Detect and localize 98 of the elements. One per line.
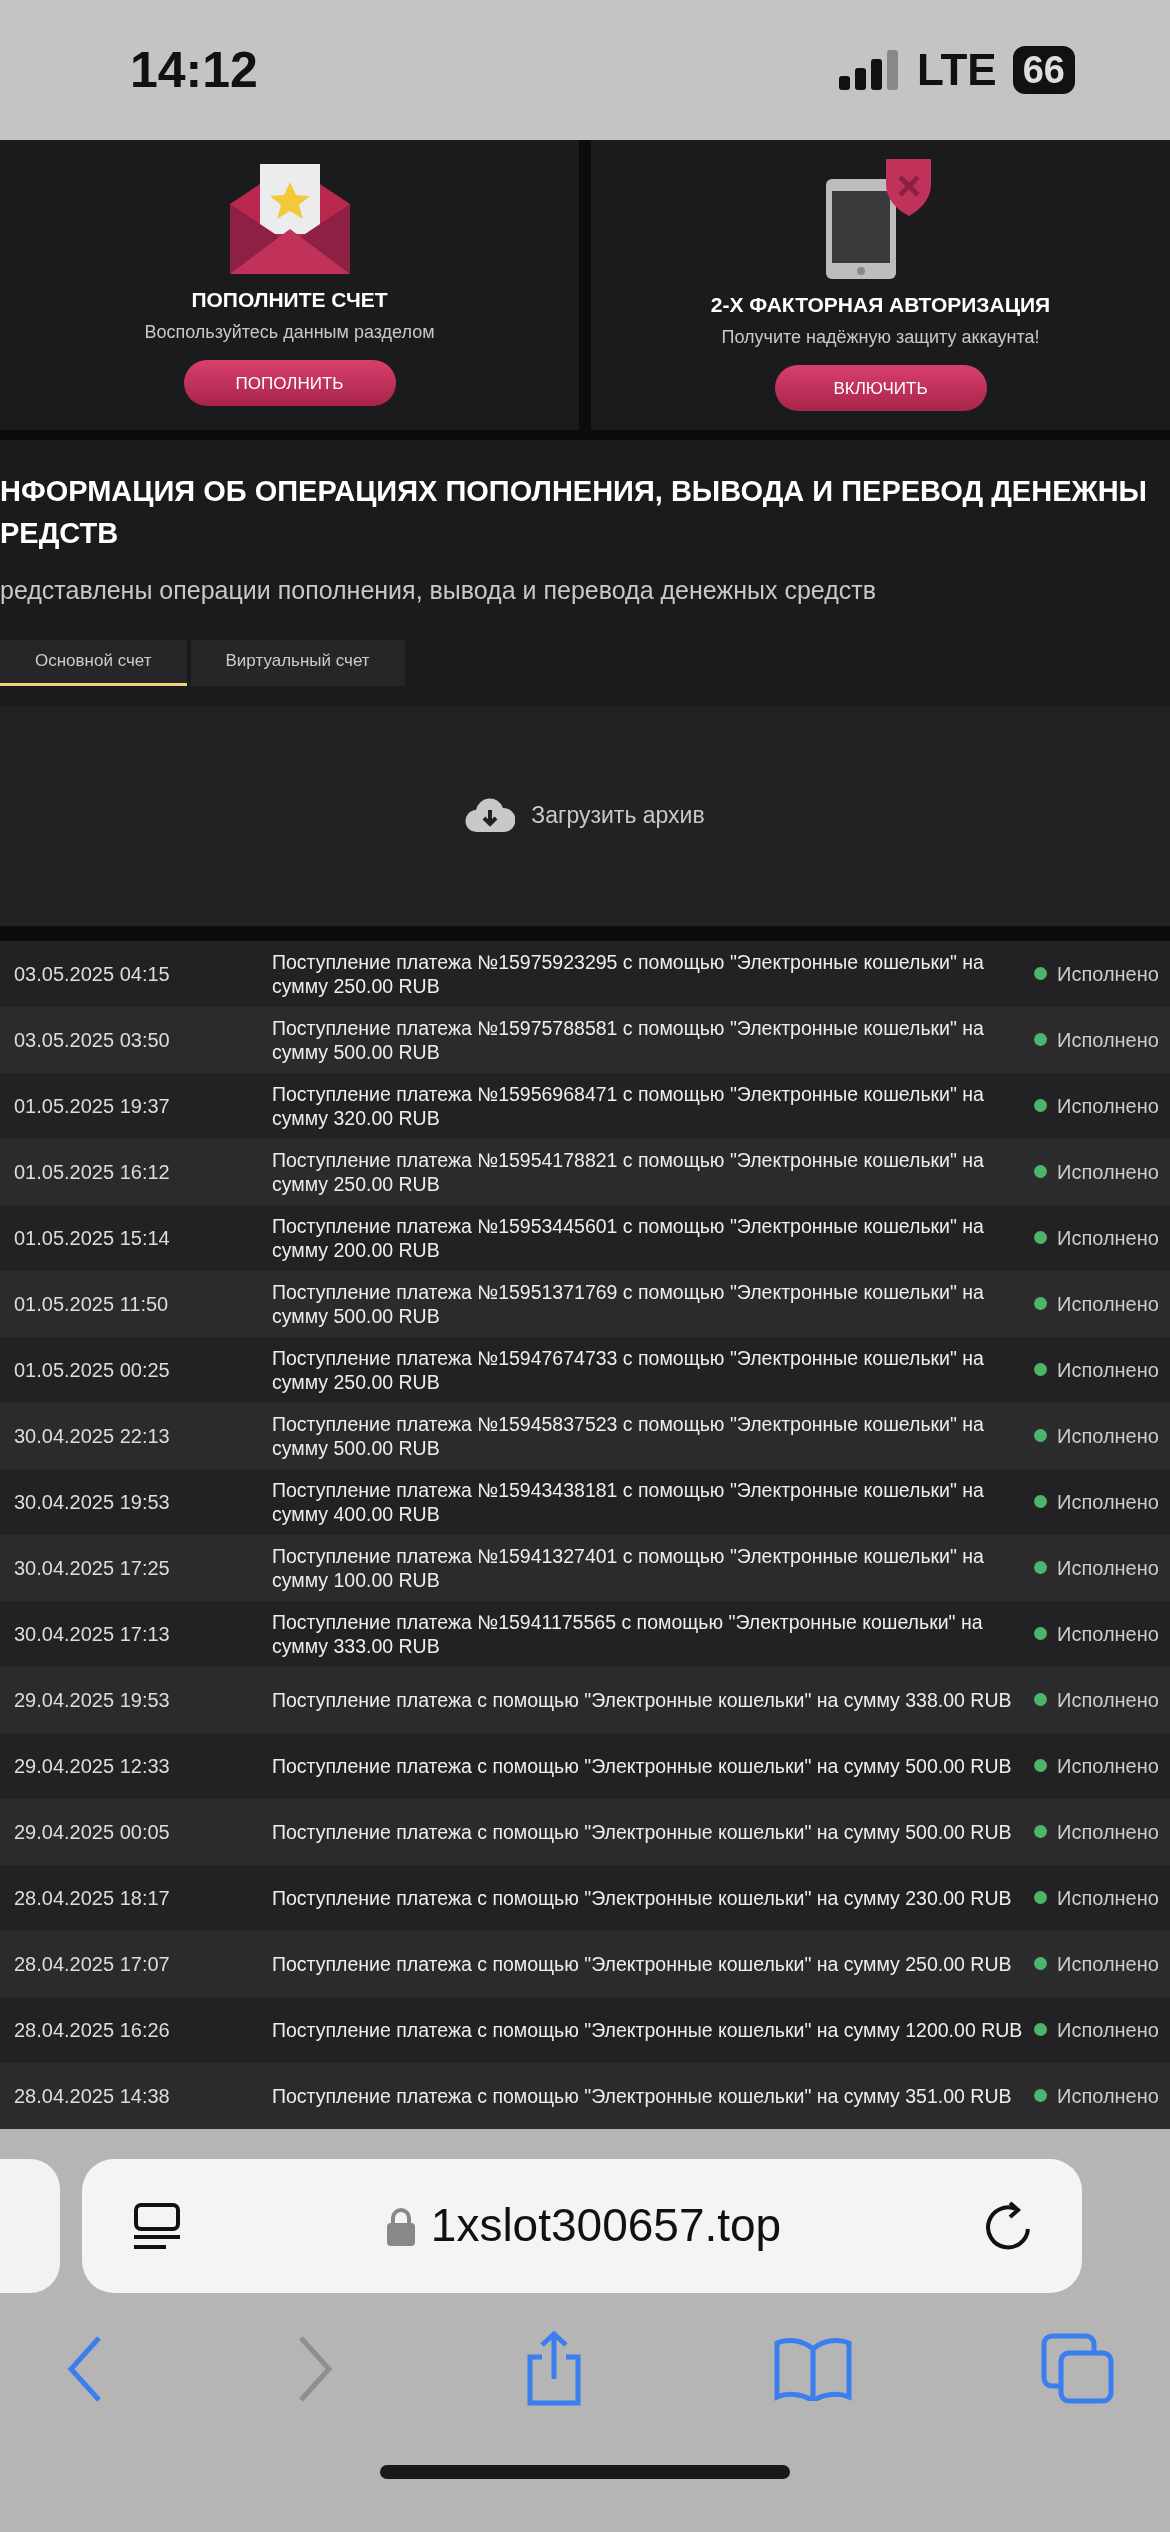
date-cell-text: 03.05.2025 04:15 [14,961,171,987]
network-label: LTE [916,44,997,96]
status-text: Исполнено [1057,1357,1159,1383]
status-text: Исполнено [1057,1819,1159,1845]
signal-icon [838,50,901,90]
status-dot [1034,1693,1047,1706]
status-dot [1034,1561,1047,1574]
reload-icon[interactable] [986,2200,1032,2251]
book-icon[interactable] [773,2336,852,2401]
date-cell-text: 01.05.2025 15:14 [14,1225,171,1251]
status-text: Исполнено [1057,1753,1159,1779]
status-dot [1034,2089,1047,2102]
date-cell-text: 28.04.2025 17:07 [14,1951,171,1977]
status-text: Исполнено [1057,1555,1159,1581]
date-cell-text: 30.04.2025 17:13 [14,1621,171,1647]
enable-button[interactable]: ВКЛЮЧИТЬ [774,365,987,412]
url-text: 1xslot300657.top [430,2198,782,2253]
status-dot [1034,1165,1047,1178]
description-cell-text: Поступление платежа с помощью "Электронные кошельки" на сумму 500.00 RUB [272,1819,1013,1844]
description-cell-text: Поступление платежа №15943438181 с помощью "Электронные кошельки" на сумму 400.00 RUB [272,1477,985,1526]
status-dot [1034,1957,1047,1970]
status-text: Исполнено [1057,2017,1159,2043]
status-text: Исполнено [1057,1093,1159,1119]
description-cell-text: Поступление платежа с помощью "Электронные кошельки" на сумму 250.00 RUB [272,1951,1013,1976]
account-tab[interactable]: Основной счет [0,639,187,686]
status-dot [1034,967,1047,980]
description-cell-text: Поступление платежа с помощью "Электронные кошельки" на сумму 338.00 RUB [272,1687,1013,1712]
date-cell-text: 01.05.2025 11:50 [14,1291,170,1317]
description-cell-text: Поступление платежа с помощью "Электронные кошельки" на сумму 1200.00 RUB [272,2017,1024,2042]
date-cell-text: 30.04.2025 19:53 [14,1489,171,1515]
status-dot [1034,1363,1047,1376]
status-dot [1034,2023,1047,2036]
date-cell-text: 01.05.2025 16:12 [14,1159,171,1185]
card-title: ПОПОЛНИТЕ СЧЕТ [191,286,388,313]
description-cell-text: Поступление платежа №15954178821 с помощью "Электронные кошельки" на сумму 250.00 RUB [272,1147,985,1196]
lock-icon [386,2205,415,2246]
previous-tab[interactable] [0,2158,60,2293]
status-dot [1034,1099,1047,1112]
account-tab[interactable]: Виртуальный счет [190,639,405,686]
description-cell-text: Поступление платежа №15941327401 с помощью "Электронные кошельки" на сумму 100.00 RUB [272,1543,985,1592]
description-cell-text: Поступление платежа №15975923295 с помощью "Электронные кошельки" на сумму 250.00 RUB [272,949,985,998]
status-text: Исполнено [1057,961,1159,987]
tabs-icon[interactable] [1041,2332,1115,2405]
date-cell-text: 01.05.2025 19:37 [14,1093,171,1119]
date-cell-text: 28.04.2025 18:17 [14,1885,171,1911]
date-cell-text: 29.04.2025 00:05 [14,1819,171,1845]
section-subtitle: редставлены операции пополнения, вывода и перевода денежных средств [0,575,877,606]
envelope-star-icon [229,163,350,274]
date-cell-text: 28.04.2025 14:38 [14,2083,171,2109]
status-text: Исполнено [1057,1687,1159,1713]
cloud-download-icon [465,797,516,834]
date-cell-text: 28.04.2025 16:26 [14,2017,171,2043]
status-dot [1034,1495,1047,1508]
download-archive-link[interactable]: Загрузить архив [531,798,705,833]
status-text: Исполнено [1057,1027,1159,1053]
status-dot [1034,1231,1047,1244]
status-text: Исполнено [1057,1489,1159,1515]
status-text: Исполнено [1057,2083,1159,2109]
section-title: НФОРМАЦИЯ ОБ ОПЕРАЦИЯХ ПОПОЛНЕНИЯ, ВЫВОДА И ПЕРЕВОД ДЕНЕЖНЫ [0,474,1148,509]
date-cell-text: 29.04.2025 19:53 [14,1687,171,1713]
status-text: Исполнено [1057,1423,1159,1449]
card-text: Воспользуйтесь данным разделом [144,321,435,345]
status-dot [1034,1033,1047,1046]
deposit-button[interactable]: ПОПОЛНИТЬ [183,360,396,407]
date-cell-text: 01.05.2025 00:25 [14,1357,171,1383]
description-cell-text: Поступление платежа №15975788581 с помощью "Электронные кошельки" на сумму 500.00 RUB [272,1015,985,1064]
section-title: РЕДСТВ [0,516,120,551]
status-dot [1034,1759,1047,1772]
status-text: Исполнено [1057,1291,1159,1317]
description-cell-text: Поступление платежа №15947674733 с помощью "Электронные кошельки" на сумму 250.00 RUB [272,1345,985,1394]
description-cell-text: Поступление платежа №15945837523 с помощью "Электронные кошельки" на сумму 500.00 RUB [272,1411,985,1460]
status-dot [1034,1891,1047,1904]
date-cell-text: 30.04.2025 22:13 [14,1423,171,1449]
status-time: 14:12 [130,40,258,100]
description-cell-text: Поступление платежа №15941175565 с помощью "Электронные кошельки" на сумму 333.00 RUB [272,1609,984,1658]
status-text: Исполнено [1057,1225,1159,1251]
description-cell-text: Поступление платежа №15956968471 с помощью "Электронные кошельки" на сумму 320.00 RUB [272,1081,985,1130]
status-dot [1034,1429,1047,1442]
description-cell-text: Поступление платежа с помощью "Электронные кошельки" на сумму 500.00 RUB [272,1753,1013,1778]
status-text: Исполнено [1057,1885,1159,1911]
date-cell-text: 30.04.2025 17:25 [14,1555,171,1581]
status-text: Исполнено [1057,1159,1159,1185]
description-cell-text: Поступление платежа №15953445601 с помощью "Электронные кошельки" на сумму 200.00 RUB [272,1213,985,1262]
status-dot [1034,1627,1047,1640]
battery-level: 66 [1012,46,1075,94]
status-text: Исполнено [1057,1951,1159,1977]
status-dot [1034,1825,1047,1838]
card-text: Получите надёжную защиту аккаунта! [721,326,1040,350]
card-title: 2-Х ФАКТОРНАЯ АВТОРИЗАЦИЯ [710,291,1051,318]
description-cell-text: Поступление платежа №15951371769 с помощью "Электронные кошельки" на сумму 500.00 RUB [272,1279,985,1328]
address-bar[interactable]: 1xslot300657.top [82,2158,1082,2293]
date-cell-text: 03.05.2025 03:50 [14,1027,171,1053]
date-cell-text: 29.04.2025 12:33 [14,1753,171,1779]
description-cell-text: Поступление платежа с помощью "Электронные кошельки" на сумму 351.00 RUB [272,2083,1013,2108]
reader-icon [132,2200,182,2251]
status-dot [1034,1297,1047,1310]
description-cell-text: Поступление платежа с помощью "Электронные кошельки" на сумму 230.00 RUB [272,1885,1013,1910]
status-text: Исполнено [1057,1621,1159,1647]
